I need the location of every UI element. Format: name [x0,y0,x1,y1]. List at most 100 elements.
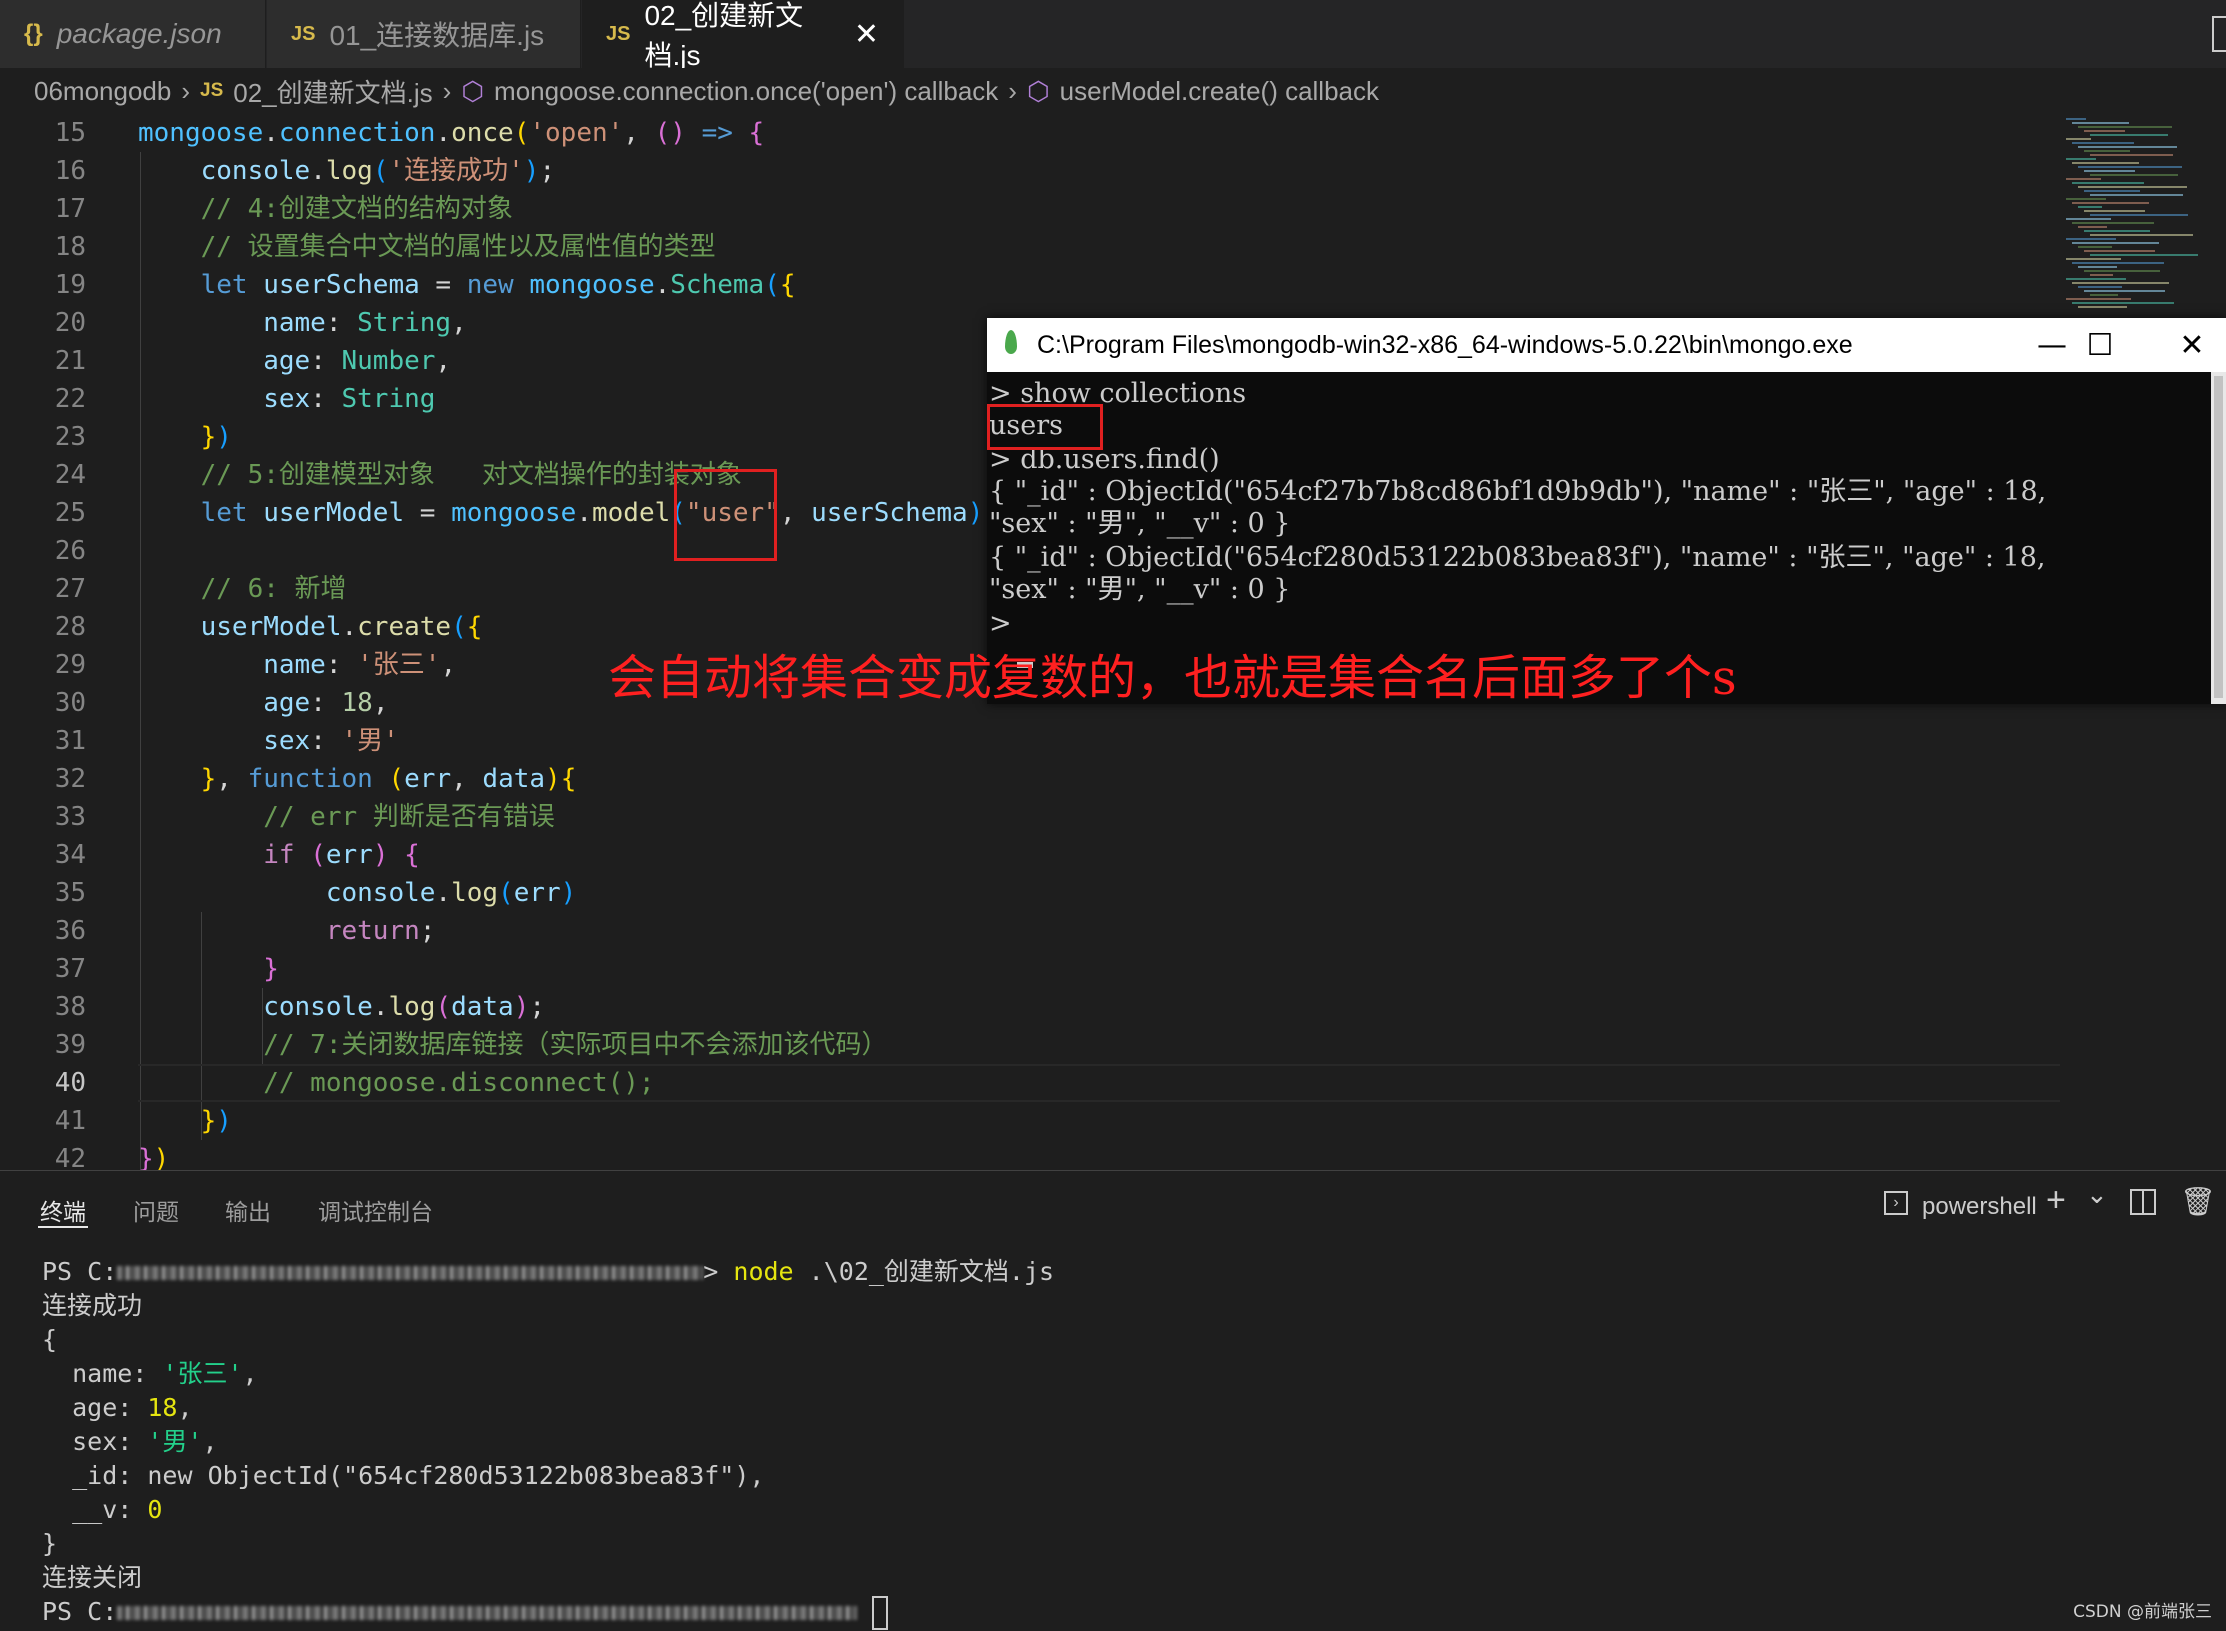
minimap-line [2090,294,2118,296]
line-number: 27 [54,574,86,604]
code-line[interactable]: 18 // 设置集合中文档的属性以及属性值的类型 [0,228,2060,266]
console-scrollbar[interactable] [2211,372,2226,704]
breadcrumb-symbol[interactable]: userModel.create() callback [1060,76,1379,107]
console-line: { "_id" : ObjectId("654cf27b7b8cd86bf1d9… [989,476,2047,507]
split-terminal-icon[interactable] [2130,1189,2156,1215]
tab-terminal[interactable]: 终端 [40,1193,86,1227]
js-file-icon: JS [291,22,316,45]
minimap-line [2066,278,2126,280]
minimap-line [2066,138,2091,140]
code-line[interactable]: 32 }, function (err, data){ [0,760,2060,798]
tab-problems[interactable]: 问题 [133,1193,179,1227]
code-line[interactable]: 17 // 4:创建文档的结构对象 [0,190,2060,228]
minimap-line [2084,250,2155,252]
terminal-output-line: 连接关闭 [42,1563,143,1592]
code-text: // 6: 新增 [138,574,347,604]
editor-tab-bar: {} package.json JS 01_连接数据库.js JS 02_创建新… [0,0,2226,71]
code-text: // mongoose.disconnect(); [138,1068,655,1098]
method-cube-icon: ⬡ [461,75,485,106]
code-text: // 7:关闭数据库链接（实际项目中不会添加该代码） [138,1030,888,1060]
code-text: }, function (err, data){ [138,764,577,794]
breadcrumb-symbol[interactable]: mongoose.connection.once('open') callbac… [494,76,998,107]
code-line[interactable]: 35 console.log(err) [0,874,2060,912]
minimap-line [2078,306,2127,308]
minimap-line [2090,194,2183,196]
method-cube-icon: ⬡ [1026,75,1050,106]
tab-package-json[interactable]: {} package.json [0,0,266,68]
js-file-icon: JS [606,22,631,45]
trash-icon[interactable]: 🗑 [2180,1185,2216,1218]
minimap-line [2072,302,2174,304]
chevron-right-icon: › [442,75,452,106]
minimap-line [2066,218,2111,220]
code-text: mongoose.connection.once('open', () => { [138,118,765,148]
line-number: 24 [54,460,86,490]
highlight-box-user [674,469,777,561]
code-line[interactable]: 33 // err 判断是否有错误 [0,798,2060,836]
js-file-icon: JS [200,80,224,101]
minimap-line [2072,162,2139,164]
console-line: "sex" : "男", "__v" : 0 } [989,574,1291,605]
code-text: }) [138,422,232,452]
code-line[interactable]: 36 return; [0,912,2060,950]
code-text: // 5:创建模型对象 对文档操作的封装对象 [138,460,742,490]
active-tab-indicator [38,1226,88,1228]
line-number: 32 [54,764,86,794]
terminal-output-line: age: 18, [42,1393,193,1422]
console-line: > [989,608,1012,639]
tab-label: 02_创建新文档.js [644,0,804,71]
code-text: }) [138,1106,232,1136]
close-icon[interactable]: ✕ [854,17,879,52]
blurred-path [117,1266,704,1280]
line-number: 20 [54,308,86,338]
tab-01-connect-db[interactable]: JS 01_连接数据库.js [267,0,581,68]
add-terminal-button[interactable]: + [2046,1181,2066,1220]
watermark: CSDN @前端张三 [2073,1602,2212,1622]
code-text: if (err) { [138,840,420,870]
terminal-prompt-line[interactable]: PS C: [42,1595,889,1630]
console-line: { "_id" : ObjectId("654cf280d53122b083be… [989,542,2046,573]
code-line[interactable]: 37 } [0,950,2060,988]
breadcrumb-folder[interactable]: 06mongodb [34,76,171,107]
minimap-line [2066,118,2086,120]
window-title: C:\Program Files\mongodb-win32-x86_64-wi… [1037,331,1853,359]
line-number: 17 [54,194,86,224]
code-line[interactable]: 38 console.log(data); [0,988,2060,1026]
minimap-line [2078,206,2102,208]
terminal-output-line: name: '张三', [42,1359,258,1388]
line-number: 31 [54,726,86,756]
code-line[interactable]: 16 console.log('连接成功'); [0,152,2060,190]
code-line[interactable]: 15 mongoose.connection.once('open', () =>… [0,114,2060,152]
code-text: name: String, [138,308,467,338]
minimap-line [2078,286,2122,288]
tab-02-create-doc[interactable]: JS 02_创建新文档.js ✕ [582,0,904,71]
maximize-button[interactable]: ☐ [2070,324,2130,366]
line-number: 19 [54,270,86,300]
code-line[interactable]: 39 // 7:关闭数据库链接（实际项目中不会添加该代码） [0,1026,2060,1064]
tab-debug-console[interactable]: 调试控制台 [318,1193,433,1227]
minimap[interactable] [2060,114,2226,324]
minimap-line [2090,214,2188,216]
line-number: 41 [54,1106,86,1136]
minimap-line [2078,126,2172,128]
minimap-line [2078,166,2182,168]
code-line[interactable]: 34 if (err) { [0,836,2060,874]
split-editor-icon[interactable] [2212,16,2226,52]
mongo-title-bar[interactable]: C:\Program Files\mongodb-win32-x86_64-wi… [987,318,2226,372]
chevron-right-icon: › [1008,75,1017,106]
code-line[interactable]: 41 }) [0,1102,2060,1140]
minimap-line [2084,210,2145,212]
code-line[interactable]: 40 // mongoose.disconnect(); [0,1064,2060,1102]
terminal-output-line: { [42,1325,58,1354]
code-line[interactable]: 19 let userSchema = new mongoose.Schema(… [0,266,2060,304]
code-text: return; [138,916,436,946]
code-text: console.log('连接成功'); [138,156,556,186]
minimap-line [2078,186,2187,188]
close-window-button[interactable]: ✕ [2162,324,2222,366]
tab-output[interactable]: 输出 [225,1193,271,1227]
code-line[interactable]: 31 sex: '男' [0,722,2060,760]
shell-selector[interactable]: powershell [1922,1193,2037,1221]
minimap-line [2072,222,2154,224]
breadcrumb-file[interactable]: 02_创建新文档.js [233,73,432,110]
chevron-down-icon[interactable]: ⌄ [2086,1179,2108,1210]
